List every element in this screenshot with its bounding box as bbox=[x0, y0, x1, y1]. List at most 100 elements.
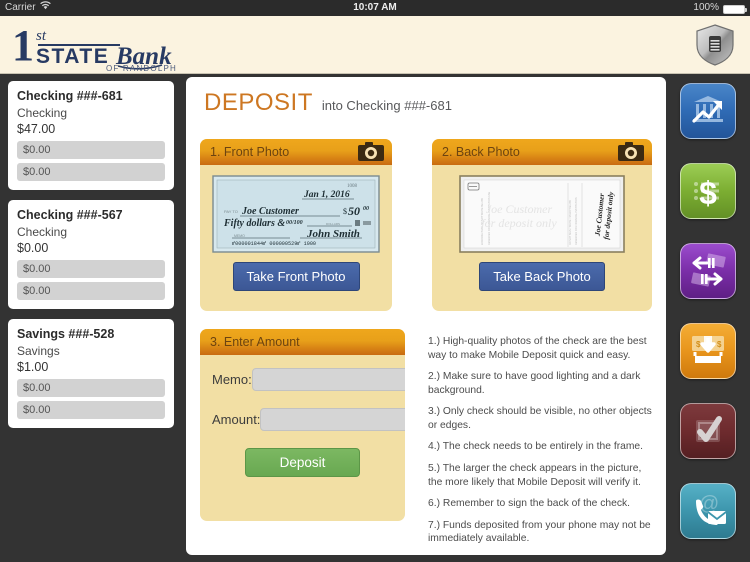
deposit-tips: 1.) High-quality photos of the check are… bbox=[428, 335, 652, 554]
account-card[interactable]: Checking ###-567 Checking $0.00 $0.00 $0… bbox=[8, 200, 174, 309]
account-subrow[interactable]: $0.00 bbox=[17, 282, 165, 300]
deposit-money-icon: $ $ bbox=[687, 332, 729, 370]
status-right: 100% bbox=[693, 0, 747, 16]
tip-item: 2.) Make sure to have good lighting and … bbox=[428, 371, 641, 396]
memo-input[interactable] bbox=[251, 368, 405, 391]
svg-text:$: $ bbox=[343, 207, 347, 216]
page-title: DEPOSIT bbox=[204, 89, 313, 116]
account-balance: $47.00 bbox=[17, 122, 56, 136]
svg-text:$: $ bbox=[696, 340, 701, 349]
tip-item: 3.) Only check should be visible, no oth… bbox=[428, 406, 652, 431]
deposit-button[interactable]: Deposit bbox=[244, 448, 361, 477]
back-photo-header-label: 2. Back Photo bbox=[442, 145, 520, 159]
brand-bar: 1 st STATE Bank OF RANDOLPH bbox=[0, 16, 750, 74]
svg-text:50: 50 bbox=[348, 204, 360, 218]
deposit-button-row: Deposit bbox=[212, 448, 393, 477]
svg-text:DO NOT SIGN / WRITE / STAMP BE: DO NOT SIGN / WRITE / STAMP BELOW bbox=[569, 199, 572, 245]
status-bar: Carrier 10:07 AM 100% bbox=[0, 0, 750, 16]
account-card[interactable]: Savings ###-528 Savings $1.00 $0.00 $0.0… bbox=[8, 319, 174, 428]
phone-mail-icon: @ bbox=[687, 492, 729, 530]
tip-item: 6.) Remember to sign the back of the che… bbox=[428, 498, 631, 510]
dollar-sign-icon: $ bbox=[688, 173, 728, 209]
svg-text:$: $ bbox=[717, 340, 722, 349]
front-photo-panel: 1. Front Photo 1008 Jan 1, 2016 PAY TO J… bbox=[200, 139, 392, 311]
account-subrow[interactable]: $0.00 bbox=[17, 401, 165, 419]
svg-text:DOLLARS: DOLLARS bbox=[326, 222, 340, 226]
account-subrow[interactable]: $0.00 bbox=[17, 260, 165, 278]
svg-text:Joe Customer: Joe Customer bbox=[241, 206, 299, 217]
svg-text:1: 1 bbox=[12, 21, 34, 70]
rail-balances-button[interactable]: $ bbox=[680, 163, 736, 219]
icon-rail: $ $ $ @ bbox=[666, 75, 750, 562]
camera-icon bbox=[618, 142, 644, 161]
svg-text:RESERVED FOR FINANCIAL INSTITU: RESERVED FOR FINANCIAL INSTITUTION bbox=[575, 197, 578, 245]
shield-lock-icon[interactable] bbox=[692, 22, 738, 68]
front-photo-header: 1. Front Photo bbox=[200, 139, 392, 165]
accounts-sidebar: Checking ###-681 Checking $47.00 $0.00 $… bbox=[0, 75, 182, 562]
tip-item: 4.) The check needs to be entirely in th… bbox=[428, 441, 644, 453]
amount-input[interactable] bbox=[260, 408, 405, 431]
enter-amount-header: 3. Enter Amount bbox=[200, 329, 405, 355]
account-subrow[interactable]: $0.00 bbox=[17, 163, 165, 181]
rail-accounts-overview-button[interactable] bbox=[680, 83, 736, 139]
back-photo-panel: 2. Back Photo ENDORSE HERE DO NOT WRITE … bbox=[432, 139, 652, 311]
svg-text:00/100: 00/100 bbox=[286, 220, 303, 226]
battery-full-icon bbox=[723, 4, 747, 14]
tip-item: 5.) The larger the check appears in the … bbox=[428, 463, 642, 488]
svg-text:MEMO: MEMO bbox=[234, 234, 245, 238]
memo-row: Memo: bbox=[212, 368, 405, 391]
app-root: Carrier 10:07 AM 100% 1 st STATE Bank OF… bbox=[0, 0, 750, 562]
transfer-arrows-icon bbox=[687, 252, 729, 290]
svg-text:Fifty dollars &: Fifty dollars & bbox=[223, 218, 285, 229]
deposit-form: Memo: Amount: Deposit bbox=[200, 355, 405, 477]
front-photo-header-label: 1. Front Photo bbox=[210, 145, 290, 159]
memo-label: Memo: bbox=[212, 372, 252, 387]
take-front-photo-button[interactable]: Take Front Photo bbox=[232, 262, 360, 291]
amount-row: Amount: bbox=[212, 408, 405, 431]
svg-text:00: 00 bbox=[363, 206, 369, 212]
rail-deposit-button[interactable]: $ $ bbox=[680, 323, 736, 379]
svg-text:st: st bbox=[36, 28, 47, 44]
account-name: Checking ###-681 bbox=[17, 89, 123, 103]
account-balance: $1.00 bbox=[17, 360, 49, 374]
status-time: 10:07 AM bbox=[353, 2, 397, 13]
bank-logo: 1 st STATE Bank OF RANDOLPH bbox=[8, 20, 188, 72]
back-check-preview[interactable]: ENDORSE HERE DO NOT WRITE BELOW RESERVED… bbox=[432, 165, 652, 253]
take-back-photo-button[interactable]: Take Back Photo bbox=[479, 262, 605, 291]
rail-contact-button[interactable]: @ bbox=[680, 483, 736, 539]
enter-amount-panel: 3. Enter Amount Memo: Amount: Deposit bbox=[200, 329, 405, 521]
svg-text:OF RANDOLPH: OF RANDOLPH bbox=[106, 64, 177, 72]
amount-label: Amount: bbox=[212, 412, 261, 427]
account-balance: $0.00 bbox=[17, 241, 49, 255]
svg-text:PAY TO: PAY TO bbox=[224, 209, 238, 214]
bank-chart-icon bbox=[688, 93, 728, 129]
front-photo-button-row: Take Front Photo bbox=[200, 253, 392, 291]
svg-text:1008: 1008 bbox=[347, 184, 358, 189]
deposit-header: DEPOSIT into Checking ###-681 bbox=[186, 77, 666, 117]
account-type: Checking bbox=[17, 106, 68, 120]
account-type: Checking bbox=[17, 225, 68, 239]
svg-text:for deposit only: for deposit only bbox=[481, 216, 557, 230]
account-card[interactable]: Checking ###-681 Checking $47.00 $0.00 $… bbox=[8, 81, 174, 190]
enter-amount-header-label: 3. Enter Amount bbox=[210, 335, 300, 349]
svg-text:Jan 1, 2016: Jan 1, 2016 bbox=[303, 190, 350, 200]
account-subrow[interactable]: $0.00 bbox=[17, 379, 165, 397]
back-photo-button-row: Take Back Photo bbox=[432, 253, 652, 291]
camera-icon bbox=[358, 142, 384, 161]
account-type: Savings bbox=[17, 344, 60, 358]
svg-text:John Smith: John Smith bbox=[306, 228, 360, 240]
svg-text:$: $ bbox=[699, 175, 717, 209]
svg-text:Joe Customer: Joe Customer bbox=[486, 202, 553, 216]
tip-item: 7.) Funds deposited from your phone may … bbox=[428, 519, 651, 545]
deposit-panel: DEPOSIT into Checking ###-681 1. Front P… bbox=[186, 77, 666, 555]
page-subtitle: into Checking ###-681 bbox=[321, 98, 452, 113]
rail-check-register-button[interactable] bbox=[680, 403, 736, 459]
account-subrow[interactable]: $0.00 bbox=[17, 141, 165, 159]
svg-text:STATE: STATE bbox=[36, 45, 109, 68]
tip-item: 1.) High-quality photos of the check are… bbox=[428, 336, 647, 361]
svg-text:⑈000001844⑈ 000000529⑈ 1000: ⑈000001844⑈ 000000529⑈ 1000 bbox=[232, 241, 316, 247]
front-check-preview[interactable]: 1008 Jan 1, 2016 PAY TO Joe Customer $ 5… bbox=[200, 165, 392, 253]
rail-transfers-button[interactable] bbox=[680, 243, 736, 299]
account-name: Checking ###-567 bbox=[17, 208, 123, 222]
account-name: Savings ###-528 bbox=[17, 327, 115, 341]
